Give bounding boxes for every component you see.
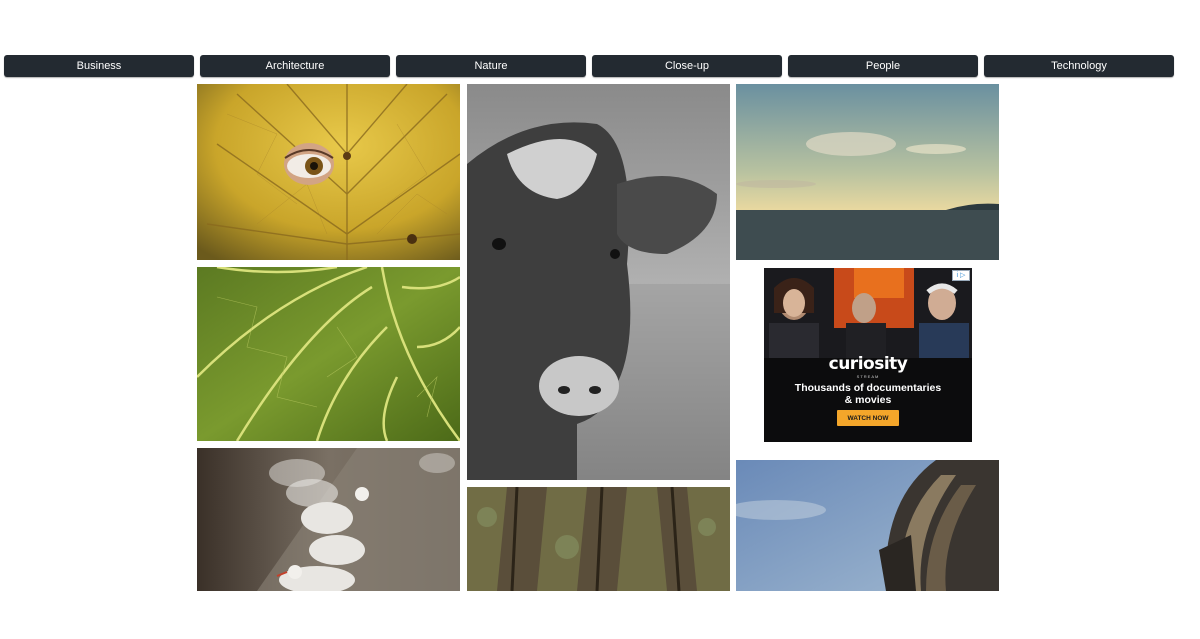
photo-yellow-leaf-eye[interactable]: [197, 84, 460, 260]
ad-headline: Thousands of documentaries & movies: [764, 382, 972, 406]
advertisement-curiosity-stream[interactable]: i ▷ curiosity STREAM Thousands of docume…: [764, 268, 972, 442]
nav-button-close-up[interactable]: Close-up: [592, 55, 782, 77]
ad-people-image: [764, 268, 972, 358]
photo-sunset-sea[interactable]: [736, 84, 999, 260]
photo-tree-bark[interactable]: [467, 487, 730, 591]
photo-modern-building[interactable]: [736, 460, 999, 591]
nav-button-nature[interactable]: Nature: [396, 55, 586, 77]
ad-watch-now-button[interactable]: WATCH NOW: [837, 410, 899, 426]
category-nav: Business Architecture Nature Close-up Pe…: [4, 55, 1174, 77]
ad-logo-subtitle: STREAM: [856, 374, 880, 379]
ad-logo: curiosity: [828, 354, 908, 374]
nav-button-people[interactable]: People: [788, 55, 978, 77]
photo-cow-portrait[interactable]: [467, 84, 730, 480]
ad-headline-line-2: & movies: [844, 394, 892, 406]
ad-headline-line-1: Thousands of documentaries: [794, 382, 942, 394]
nav-button-business[interactable]: Business: [4, 55, 194, 77]
adchoices-icon[interactable]: i ▷: [952, 270, 970, 281]
nav-button-technology[interactable]: Technology: [984, 55, 1174, 77]
nav-button-architecture[interactable]: Architecture: [200, 55, 390, 77]
photo-green-leaf[interactable]: [197, 267, 460, 441]
photo-seagulls[interactable]: [197, 448, 460, 591]
